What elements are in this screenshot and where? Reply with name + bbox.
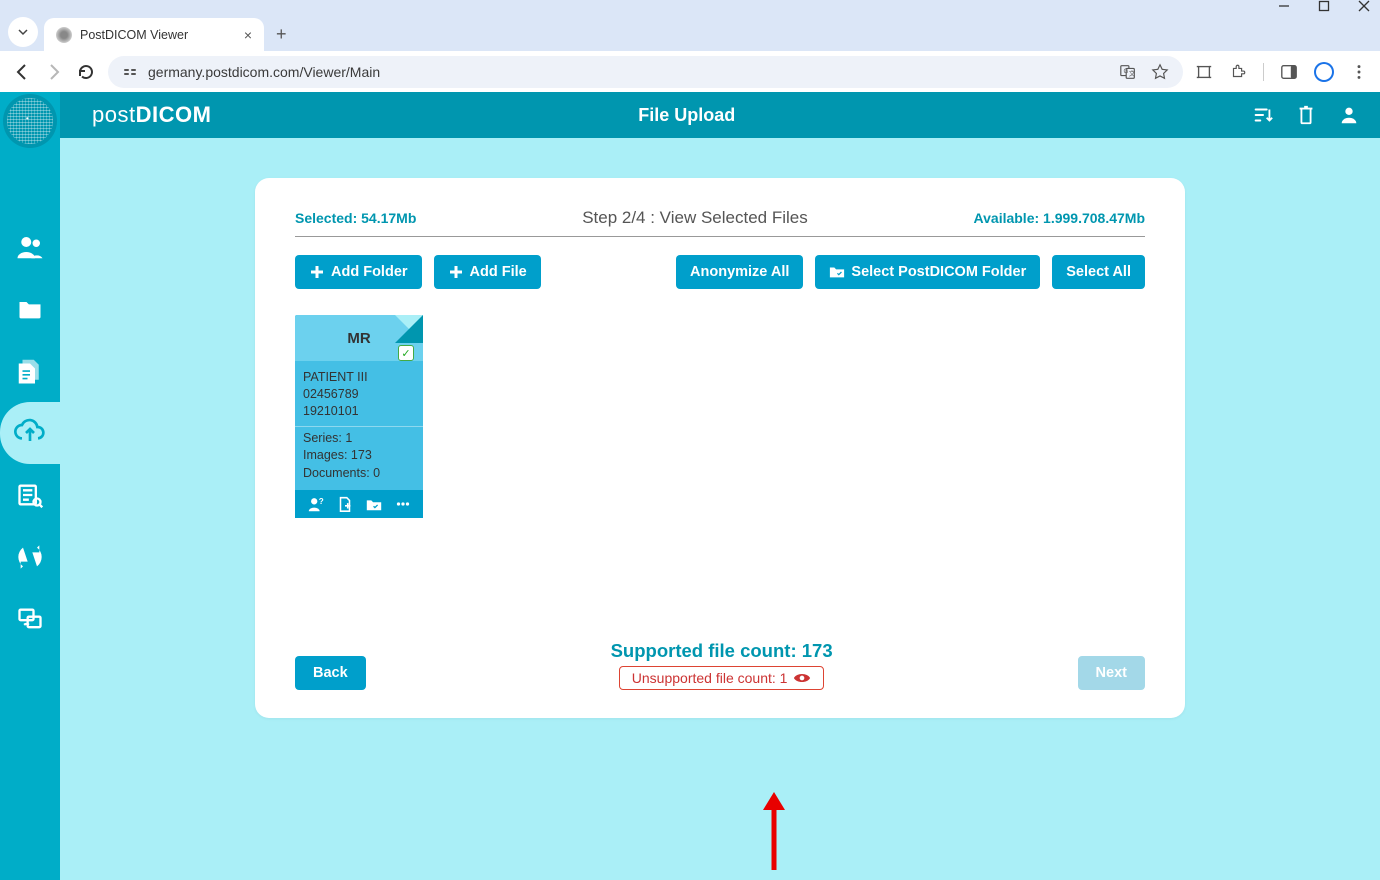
sidebar-item-documents[interactable] bbox=[0, 340, 60, 402]
eye-icon bbox=[793, 671, 811, 685]
tab-search-button[interactable] bbox=[8, 17, 38, 47]
step-label: Step 2/4 : View Selected Files bbox=[582, 208, 808, 228]
minimize-icon[interactable] bbox=[1278, 0, 1290, 17]
bookmark-star-icon[interactable] bbox=[1151, 63, 1169, 81]
file-count-summary: Supported file count: 173 Unsupported fi… bbox=[611, 640, 833, 690]
file-patient-info: PATIENT III 02456789 19210101 bbox=[295, 361, 423, 426]
sidebar-item-patients[interactable] bbox=[0, 216, 60, 278]
available-size-label: Available: 1.999.708.47Mb bbox=[974, 210, 1145, 226]
tab-title: PostDICOM Viewer bbox=[80, 28, 236, 42]
file-card-actions: ? bbox=[295, 490, 423, 518]
kebab-menu-icon[interactable] bbox=[1350, 63, 1368, 81]
tab-favicon bbox=[56, 27, 72, 43]
maximize-icon[interactable] bbox=[1318, 0, 1330, 17]
check-badge-icon: ✓ bbox=[398, 345, 414, 361]
supported-count-label: Supported file count: 173 bbox=[611, 640, 833, 662]
add-file-button[interactable]: Add File bbox=[434, 255, 541, 289]
file-list: MR ✓ PATIENT III 02456789 19210101 Serie… bbox=[295, 289, 1145, 640]
svg-text:文: 文 bbox=[1129, 68, 1136, 77]
close-icon[interactable] bbox=[1358, 0, 1370, 17]
app-body: Selected: 54.17Mb Step 2/4 : View Select… bbox=[0, 92, 1380, 880]
sidebar-item-worklist[interactable] bbox=[0, 464, 60, 526]
extensions-icon[interactable] bbox=[1229, 63, 1247, 81]
action-button-row: Add Folder Add File Anonymize All Select… bbox=[295, 255, 1145, 289]
site-settings-icon[interactable] bbox=[122, 64, 138, 80]
sidebar-item-upload[interactable] bbox=[0, 402, 60, 464]
profile-avatar[interactable] bbox=[1314, 62, 1334, 82]
plus-icon bbox=[309, 264, 325, 280]
select-all-button[interactable]: Select All bbox=[1052, 255, 1145, 289]
next-button[interactable]: Next bbox=[1078, 656, 1145, 690]
browser-chrome: PostDICOM Viewer × + germany.postdicom.c… bbox=[0, 0, 1380, 92]
sidepanel-icon[interactable] bbox=[1280, 63, 1298, 81]
tab-close-icon[interactable]: × bbox=[244, 27, 252, 43]
svg-text:?: ? bbox=[318, 497, 323, 506]
forward-icon bbox=[44, 62, 64, 82]
plus-icon bbox=[448, 264, 464, 280]
annotation-arrow bbox=[759, 792, 789, 872]
upload-wizard-card: Selected: 54.17Mb Step 2/4 : View Select… bbox=[255, 178, 1185, 718]
sidebar-item-devices[interactable] bbox=[0, 588, 60, 650]
tab-strip: PostDICOM Viewer × + bbox=[0, 16, 1380, 51]
crop-icon[interactable] bbox=[1195, 63, 1213, 81]
add-document-icon[interactable] bbox=[336, 495, 354, 513]
file-meta: Series: 1 Images: 173 Documents: 0 bbox=[295, 426, 423, 491]
url-text: germany.postdicom.com/Viewer/Main bbox=[148, 64, 380, 80]
browser-tab[interactable]: PostDICOM Viewer × bbox=[44, 18, 264, 51]
sidebar-item-folders[interactable] bbox=[0, 278, 60, 340]
svg-text:G: G bbox=[1124, 67, 1129, 74]
new-tab-button[interactable]: + bbox=[276, 24, 287, 45]
window-controls bbox=[0, 0, 1380, 16]
address-bar[interactable]: germany.postdicom.com/Viewer/Main G文 bbox=[108, 56, 1183, 88]
file-card[interactable]: MR ✓ PATIENT III 02456789 19210101 Serie… bbox=[295, 315, 423, 518]
separator bbox=[1263, 63, 1264, 81]
folder-icon bbox=[829, 264, 845, 280]
more-icon[interactable] bbox=[394, 495, 412, 513]
back-button[interactable]: Back bbox=[295, 656, 366, 690]
add-folder-button[interactable]: Add Folder bbox=[295, 255, 422, 289]
toolbar-row: germany.postdicom.com/Viewer/Main G文 bbox=[0, 51, 1380, 92]
divider bbox=[295, 236, 1145, 237]
app-logo bbox=[3, 94, 57, 148]
content-area: Selected: 54.17Mb Step 2/4 : View Select… bbox=[60, 92, 1380, 880]
selected-size-label: Selected: 54.17Mb bbox=[295, 210, 416, 226]
select-postdicom-folder-button[interactable]: Select PostDICOM Folder bbox=[815, 255, 1040, 289]
anonymize-all-button[interactable]: Anonymize All bbox=[676, 255, 803, 289]
sidebar bbox=[0, 92, 60, 880]
unsupported-count-badge[interactable]: Unsupported file count: 1 bbox=[619, 666, 825, 690]
back-icon[interactable] bbox=[12, 62, 32, 82]
translate-icon[interactable]: G文 bbox=[1119, 63, 1137, 81]
reload-icon[interactable] bbox=[76, 62, 96, 82]
sidebar-item-sync[interactable] bbox=[0, 526, 60, 588]
anonymize-icon[interactable]: ? bbox=[307, 495, 325, 513]
move-folder-icon[interactable] bbox=[365, 495, 383, 513]
